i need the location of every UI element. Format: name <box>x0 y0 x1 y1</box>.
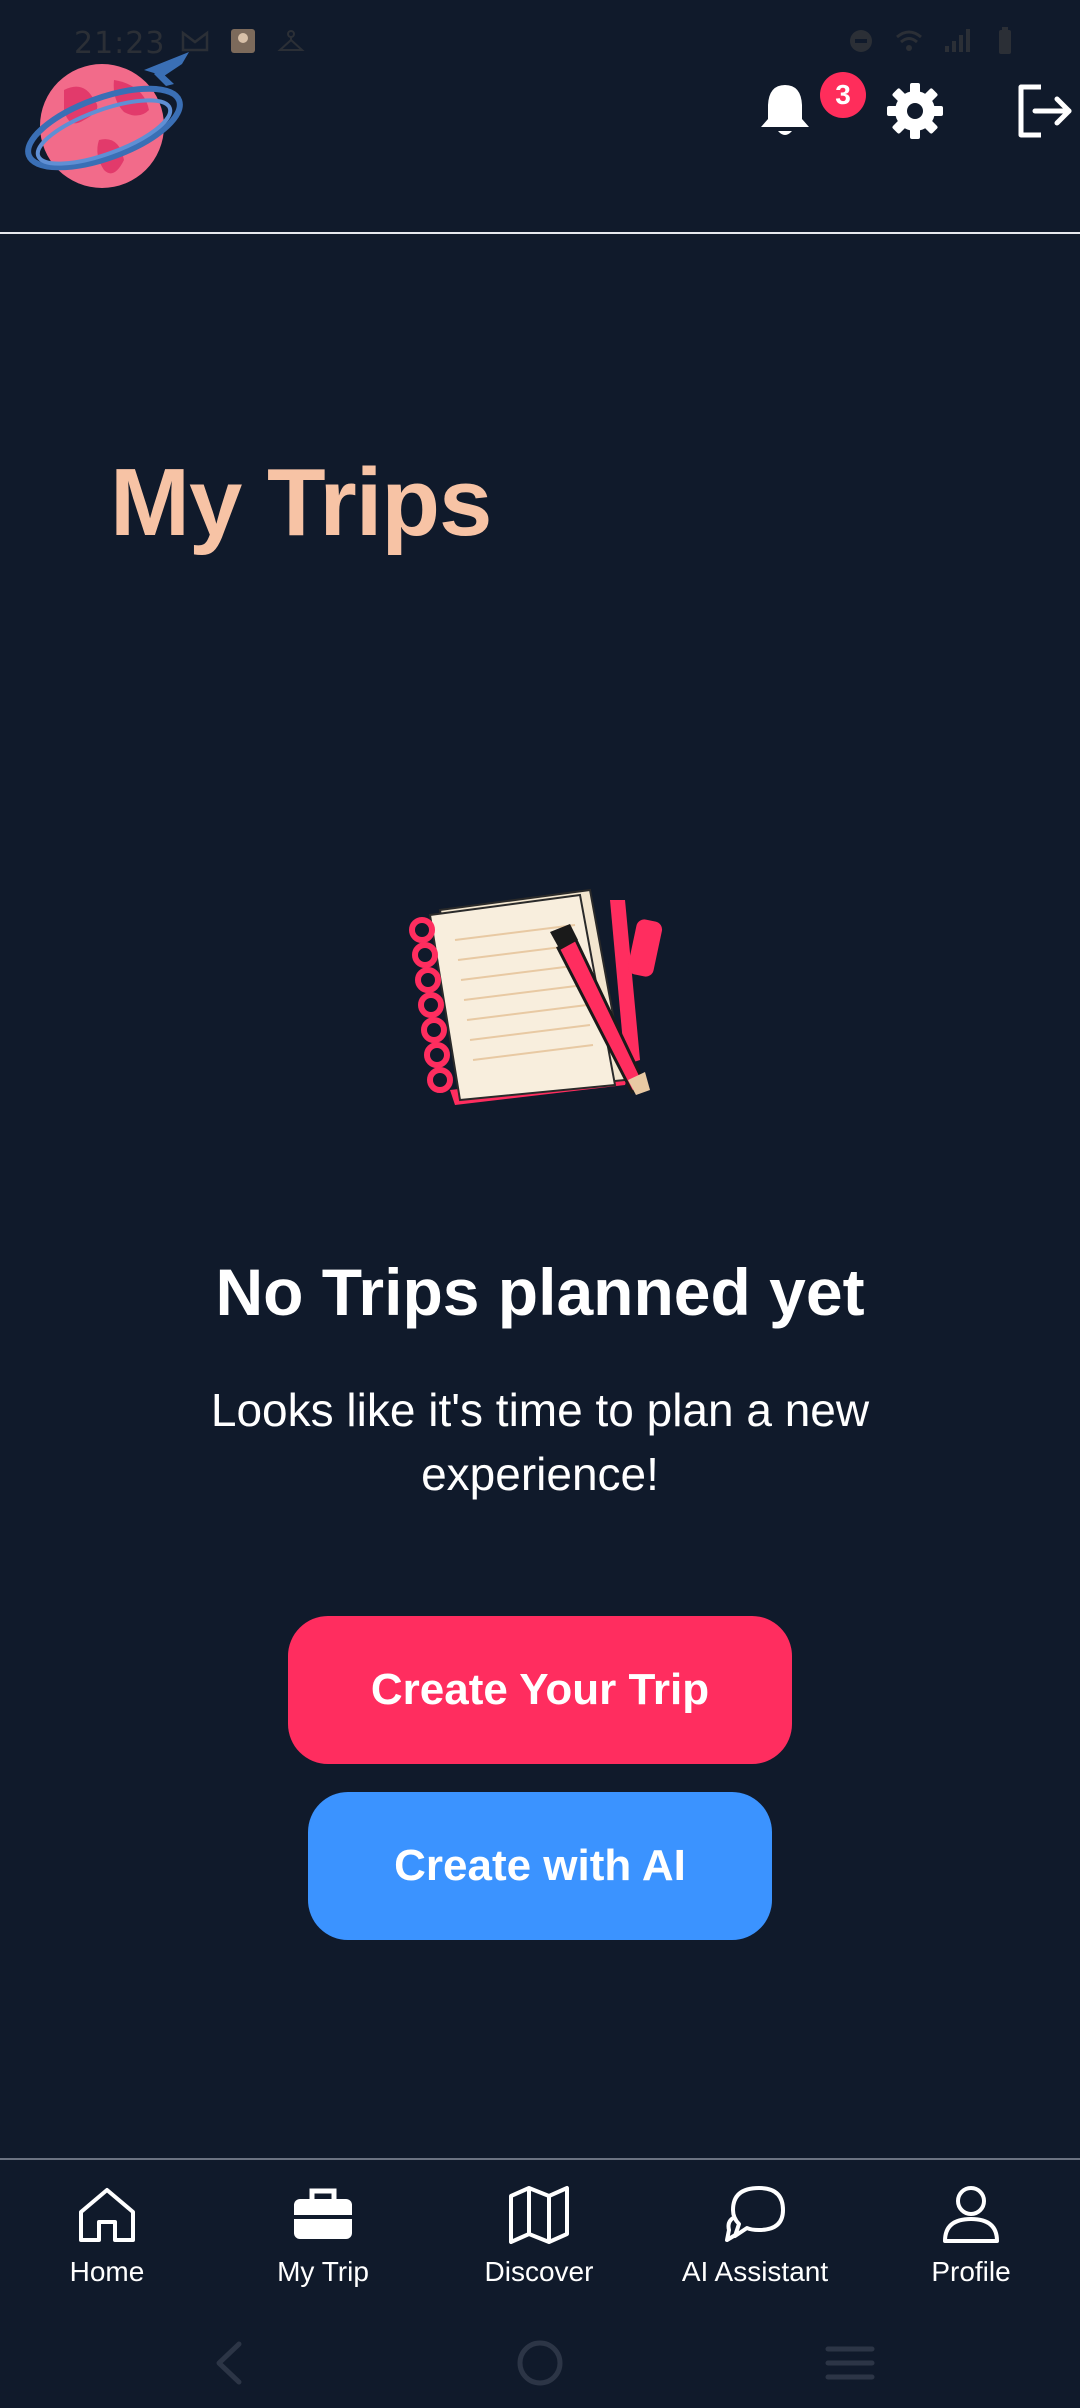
app-header: 3 <box>0 0 1080 234</box>
bottom-nav: Home My Trip Discover AI Assistant Profi… <box>0 2158 1080 2320</box>
nav-item-discover[interactable]: Discover <box>439 2182 639 2302</box>
header-actions: 3 <box>720 72 1080 156</box>
notebook-pen-illustration <box>409 888 663 1105</box>
create-trip-button[interactable]: Create Your Trip <box>288 1616 792 1764</box>
empty-state-heading: No Trips planned yet <box>215 1255 865 1329</box>
nav-label-my-trip: My Trip <box>277 2256 369 2287</box>
home-circle-icon <box>517 2340 563 2386</box>
recents-menu-icon <box>825 2346 875 2380</box>
nav-label-profile: Profile <box>931 2256 1011 2287</box>
nav-item-profile[interactable]: Profile <box>871 2182 1071 2302</box>
system-back-button[interactable] <box>198 2338 258 2388</box>
nav-item-home[interactable]: Home <box>7 2182 207 2302</box>
system-home-button[interactable] <box>510 2338 570 2388</box>
nav-item-my-trip[interactable]: My Trip <box>223 2182 423 2302</box>
settings-button[interactable] <box>880 76 950 146</box>
nav-label-discover: Discover <box>484 2256 594 2287</box>
logout-icon <box>1018 84 1072 138</box>
logout-button[interactable] <box>1010 76 1080 146</box>
create-with-ai-button[interactable]: Create with AI <box>308 1792 772 1940</box>
notifications-button[interactable]: 3 <box>750 72 866 146</box>
person-icon <box>943 2186 999 2243</box>
empty-state-message: Looks like it's time to plan a new exper… <box>210 1384 870 1500</box>
globe-airplane-logo[interactable] <box>24 40 194 200</box>
system-recents-button[interactable] <box>820 2338 880 2388</box>
briefcase-icon <box>294 2188 352 2239</box>
back-chevron-icon <box>216 2341 242 2385</box>
page-title: My Trips <box>110 449 492 556</box>
map-icon <box>509 2186 569 2244</box>
nav-label-ai-assistant: AI Assistant <box>681 2256 829 2287</box>
gear-icon <box>887 83 943 139</box>
system-nav-bar <box>0 2318 1080 2408</box>
notification-count-badge: 3 <box>820 72 866 118</box>
chat-icon <box>725 2186 785 2242</box>
bell-icon <box>761 85 809 135</box>
nav-item-ai-assistant[interactable]: AI Assistant <box>655 2182 855 2302</box>
home-icon <box>79 2188 135 2242</box>
nav-label-home: Home <box>69 2256 145 2287</box>
